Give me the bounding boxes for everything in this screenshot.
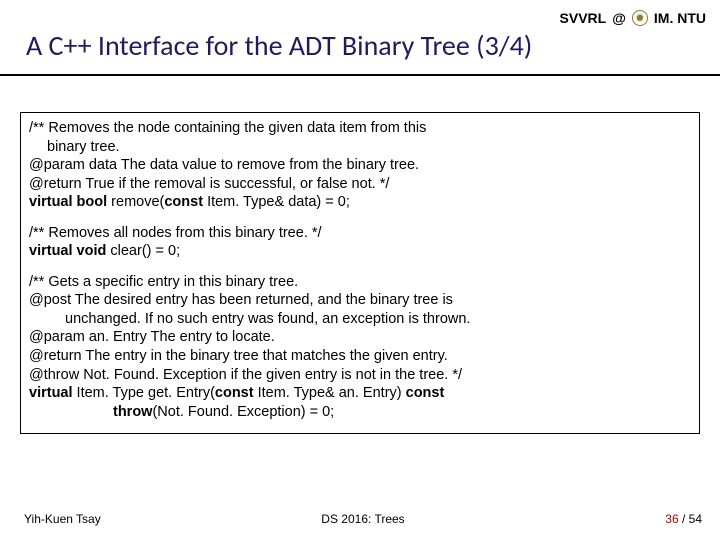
code-line: @return The entry in the binary tree tha… [29,348,448,364]
code-text: Item. Type& an. Entry) [258,385,406,401]
footer: Yih-Kuen Tsay DS 2016: Trees 36 / 54 [24,512,702,526]
header-affiliation: SVVRL @ ✺ IM. NTU [560,10,706,26]
code-box: /** Removes the node containing the give… [20,112,700,434]
kw-virtual: virtual [29,385,77,401]
org-left: SVVRL [560,10,607,26]
code-line: unchanged. If no such entry was found, a… [29,310,691,329]
code-line: /** Gets a specific entry in this binary… [29,274,298,290]
code-line: binary tree. [29,138,691,157]
code-text: remove( [111,194,164,210]
code-line: /** Removes all nodes from this binary t… [29,225,322,241]
code-signature: virtual bool remove(const Item. Type& da… [29,194,350,210]
code-text: Item. Type get. Entry( [77,385,215,401]
org-right: IM. NTU [654,10,706,26]
kw-throw: throw [113,404,152,420]
code-signature: virtual void clear() = 0; [29,243,180,259]
code-signature-cont: throw(Not. Found. Exception) = 0; [29,403,691,422]
at-text: @ [612,10,626,26]
code-block-remove: /** Removes the node containing the give… [29,119,691,212]
code-line: @post The desired entry has been returne… [29,292,453,308]
slide: SVVRL @ ✺ IM. NTU A C++ Interface for th… [0,0,720,540]
kw-const: const [215,385,258,401]
code-text: Item. Type& data) = 0; [207,194,350,210]
code-line: /** Removes the node containing the give… [29,120,426,136]
code-block-clear: /** Removes all nodes from this binary t… [29,224,691,261]
code-line: @return True if the removal is successfu… [29,176,389,192]
code-signature: virtual Item. Type get. Entry(const Item… [29,385,444,401]
code-block-getentry: /** Gets a specific entry in this binary… [29,273,691,421]
code-line: @param an. Entry The entry to locate. [29,329,275,345]
kw-virtual-bool: virtual bool [29,194,111,210]
code-line: @param data The data value to remove fro… [29,157,419,173]
footer-course: DS 2016: Trees [24,512,702,526]
code-line: @throw Not. Found. Exception if the give… [29,367,462,383]
title-divider [0,74,720,76]
slide-title: A C++ Interface for the ADT Binary Tree … [26,28,532,63]
kw-virtual-void: virtual void [29,243,110,259]
code-text: (Not. Found. Exception) = 0; [152,404,334,420]
kw-const: const [164,194,207,210]
code-text: clear() = 0; [110,243,180,259]
university-logo-icon: ✺ [632,10,648,26]
kw-const-trail: const [406,385,445,401]
